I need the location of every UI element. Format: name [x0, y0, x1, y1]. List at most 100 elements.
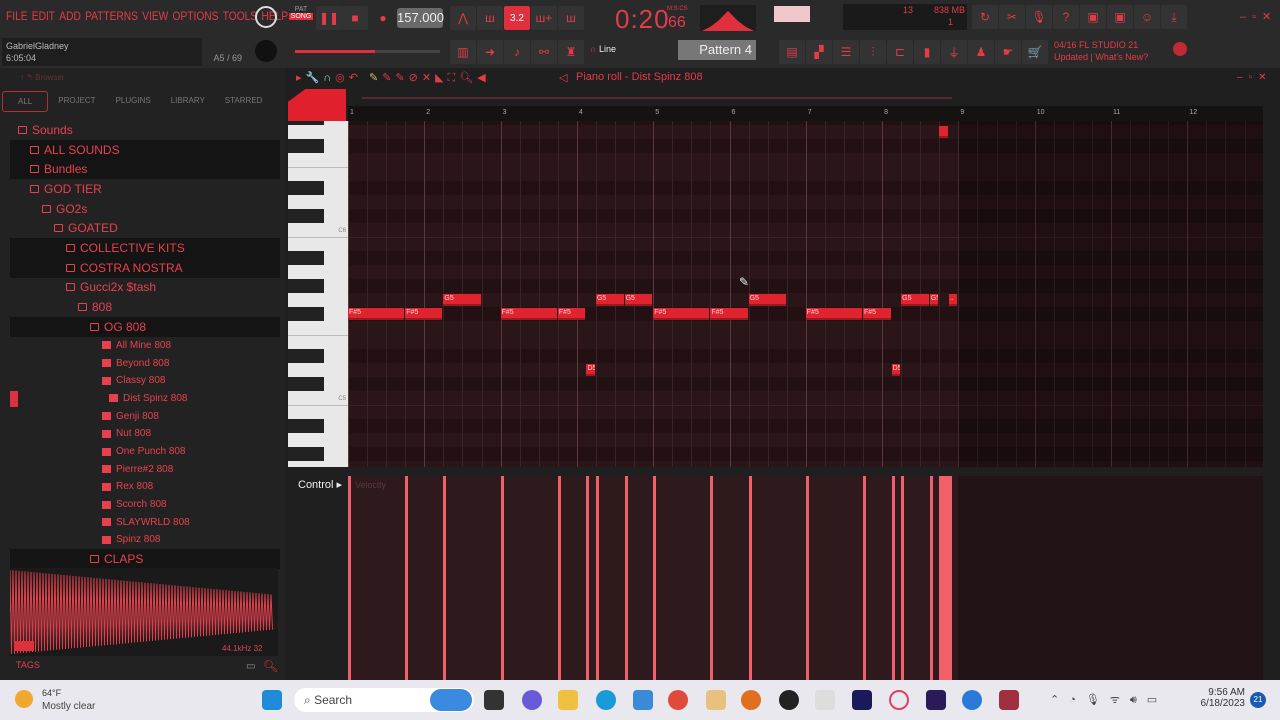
black-key[interactable] [288, 121, 324, 125]
velocity-bar[interactable] [710, 476, 714, 680]
tempo-display[interactable]: 157.000 [397, 8, 444, 28]
app-blue-icon[interactable] [962, 690, 982, 710]
master-pitch-knob[interactable] [255, 40, 277, 62]
task-view-icon[interactable] [484, 690, 504, 710]
black-key[interactable] [288, 139, 324, 153]
velocity-lane-empty[interactable] [958, 476, 1263, 680]
velocity-bar[interactable] [939, 476, 952, 680]
winrar-icon[interactable] [999, 690, 1019, 710]
menu-file[interactable]: FILE [6, 9, 28, 23]
note[interactable]: G5 [748, 294, 786, 306]
app-icon[interactable] [706, 690, 726, 710]
timeline-scroll[interactable] [362, 97, 952, 99]
velocity-bar[interactable] [405, 476, 409, 680]
velocity-bar[interactable] [653, 476, 657, 680]
edge-icon[interactable] [596, 690, 616, 710]
note[interactable]: D5 [891, 364, 901, 376]
help-icon[interactable]: ? [1053, 5, 1079, 29]
note[interactable]: F#5 [863, 308, 891, 320]
clock[interactable]: 9:56 AM 6/18/2023 [1190, 687, 1246, 709]
system-tray[interactable]: ⌃◔🎙︎ᯤ🔊︎▭ [1050, 692, 1167, 707]
note[interactable]: D5 [586, 364, 595, 376]
piano-keyboard[interactable]: C6 C5 [288, 121, 348, 467]
note[interactable]: F#5 [557, 308, 586, 320]
preview-play-icon[interactable] [14, 641, 34, 651]
online-icon[interactable] [1173, 42, 1187, 56]
browser-folder[interactable]: ALL SOUNDS [10, 139, 280, 160]
browser-file[interactable]: Genji 808 [10, 407, 280, 425]
master-volume-knob[interactable] [255, 6, 277, 28]
search-icon[interactable]: 🔍︎ [263, 659, 278, 673]
undo-history-icon[interactable]: ↻ [972, 5, 998, 29]
pattern-selector[interactable]: Pattern 4 [678, 40, 756, 60]
loop-record-icon[interactable]: ш [558, 6, 584, 30]
browser-file[interactable]: Dist Spinz 808 [10, 390, 280, 408]
browser-icon[interactable]: ⊏ [887, 40, 913, 64]
black-key[interactable] [288, 251, 324, 265]
velocity-bar[interactable] [863, 476, 867, 680]
weather-temp[interactable]: 64°F [42, 688, 61, 698]
note[interactable]: F#5 [653, 308, 710, 320]
step-button[interactable]: 3.2 [504, 6, 530, 30]
browser-file[interactable]: All Mine 808 [10, 337, 280, 355]
piano-roll-window-controls[interactable]: –▫✕ [1237, 72, 1273, 83]
channel-rack-icon[interactable]: ☰ [833, 40, 859, 64]
menu-patterns[interactable]: PATTERNS [85, 9, 138, 23]
menu-tools[interactable]: TOOLS [223, 9, 257, 23]
velocity-bar[interactable] [557, 476, 561, 680]
pedal-icon[interactable]: ♜ [558, 40, 584, 64]
velocity-bar[interactable] [805, 476, 809, 680]
velocity-bar[interactable] [748, 476, 752, 680]
obs-icon[interactable] [779, 690, 799, 710]
arrow-icon[interactable]: ➜ [477, 40, 503, 64]
folder-icon[interactable]: ▭ [246, 661, 255, 672]
mixer-icon[interactable]: ⫶ [860, 40, 886, 64]
browser-file[interactable]: Pierre#2 808 [10, 460, 280, 478]
note[interactable]: .. [948, 294, 958, 306]
browser-file[interactable]: One Punch 808 [10, 443, 280, 461]
black-key[interactable] [288, 181, 324, 195]
browser-folder[interactable]: COLLECTIVE KITS [10, 238, 280, 258]
black-key[interactable] [288, 349, 324, 363]
tab-library[interactable]: LIBRARY [161, 91, 215, 112]
shop-icon[interactable]: 🛒 [1022, 40, 1048, 64]
browser-file[interactable]: Beyond 808 [10, 354, 280, 372]
note[interactable]: G5 [443, 294, 481, 306]
browser-file[interactable]: Nut 808 [10, 425, 280, 443]
browser-folder[interactable]: GOD TIER [10, 179, 280, 199]
browser-file[interactable]: SLAYWRLD 808 [10, 513, 280, 531]
browser-folder[interactable]: Sounds [10, 120, 280, 140]
menu-options[interactable]: OPTIONS [173, 9, 219, 23]
speaker-icon[interactable]: ◁ [559, 71, 567, 84]
playlist-icon[interactable]: ▤ [779, 40, 805, 64]
note[interactable]: F#5 [500, 308, 557, 320]
snap-select[interactable]: ∩ Line [590, 44, 616, 54]
stop-button[interactable]: ■ [342, 6, 368, 30]
note[interactable]: F#5 [805, 308, 863, 320]
black-key[interactable] [288, 279, 324, 293]
browser-folder[interactable]: GO2s [10, 199, 280, 219]
note[interactable]: G5 [595, 294, 624, 306]
black-key[interactable] [288, 377, 324, 391]
project-icon[interactable]: ▮ [914, 40, 940, 64]
note[interactable]: G5 [929, 294, 939, 306]
tab-plugins[interactable]: PLUGINS [106, 91, 161, 112]
black-key[interactable] [288, 447, 324, 461]
note[interactable]: F#5 [348, 308, 405, 320]
velocity-bar[interactable] [624, 476, 628, 680]
velocity-bar[interactable] [586, 476, 590, 680]
browser-folder[interactable]: 808 [10, 297, 280, 317]
download-icon[interactable]: ⤓ [1161, 5, 1187, 29]
black-key[interactable] [288, 419, 324, 433]
velocity-bar[interactable] [901, 476, 905, 680]
typing-keyboard-icon[interactable]: ▥ [450, 40, 476, 64]
record-button[interactable]: ● [370, 6, 396, 30]
save-icon[interactable]: ▣ [1080, 5, 1106, 29]
notification-badge[interactable]: 21 [1250, 692, 1266, 708]
menu-edit[interactable]: EDIT [32, 9, 55, 23]
premiere-icon[interactable] [926, 690, 946, 710]
black-key[interactable] [288, 209, 324, 223]
file-explorer-icon[interactable] [558, 690, 578, 710]
note[interactable]: G5 [624, 294, 653, 306]
plugin-icon[interactable]: ⏚ [941, 40, 967, 64]
